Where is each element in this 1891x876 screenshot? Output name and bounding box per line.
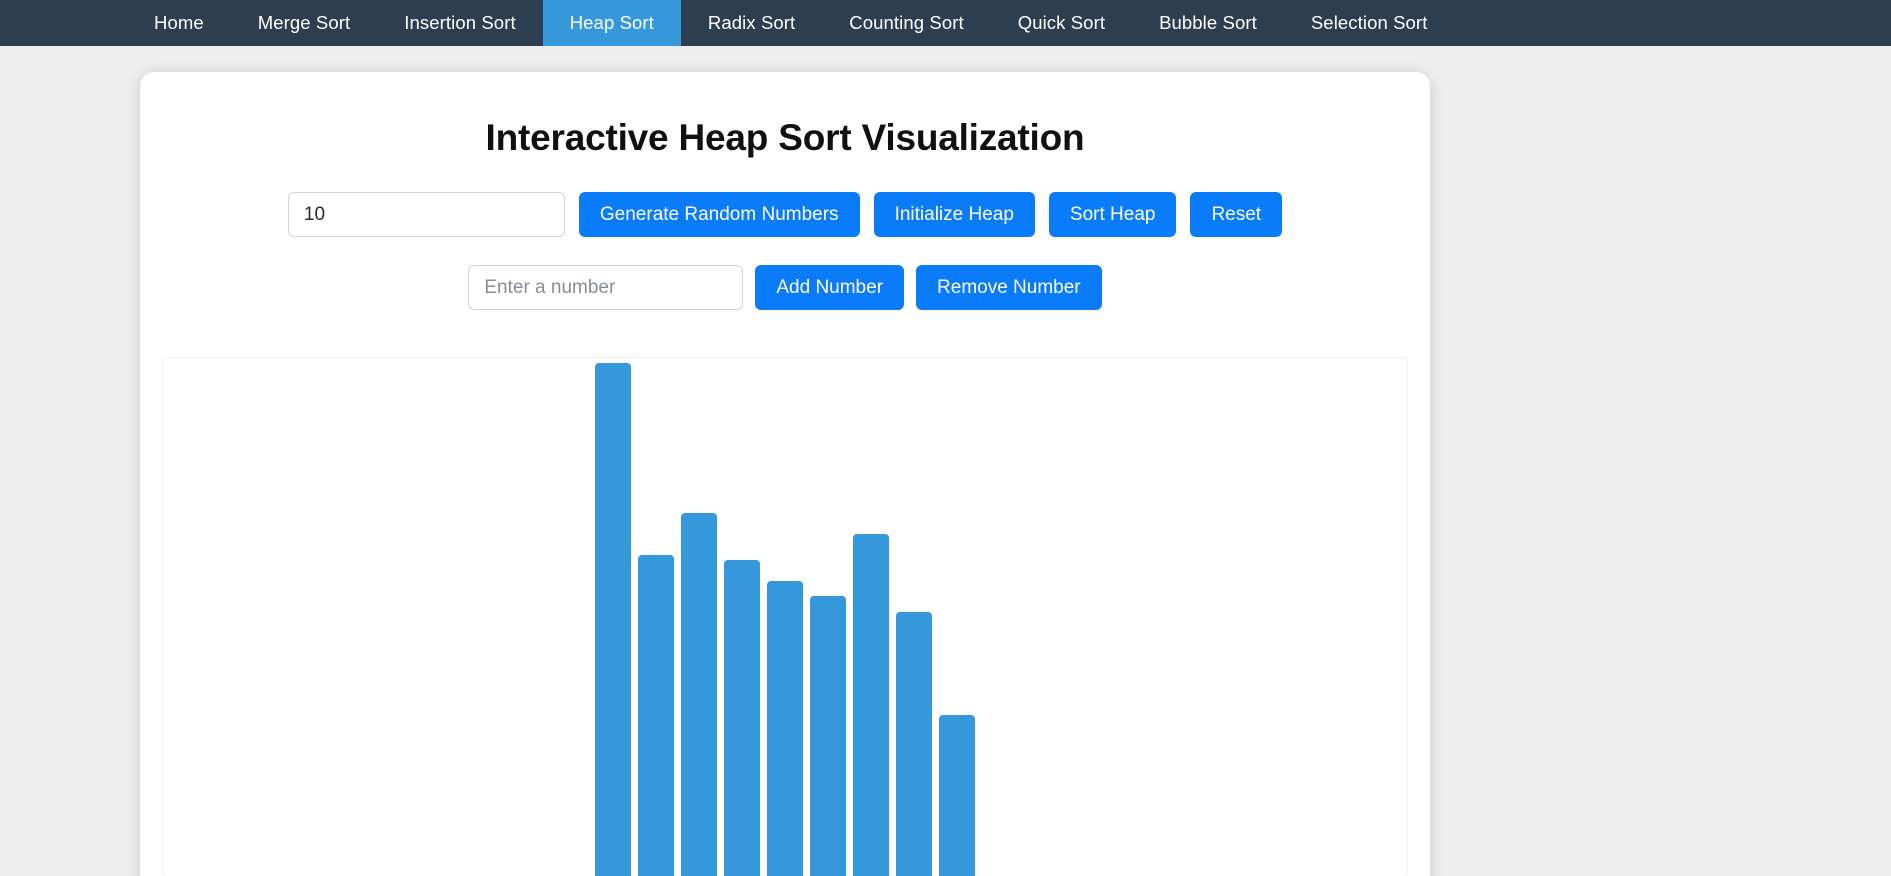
page-background: Interactive Heap Sort Visualization Gene… [0, 46, 1891, 876]
nav-item-insertion-sort[interactable]: Insertion Sort [377, 0, 542, 46]
nav-item-radix-sort[interactable]: Radix Sort [681, 0, 822, 46]
bar [767, 580, 803, 876]
main-navbar: Home Merge Sort Insertion Sort Heap Sort Rad… [0, 0, 1891, 46]
bar [896, 611, 932, 876]
bar-chart [163, 358, 1407, 876]
secondary-controls-row: Add Number Remove Number [140, 265, 1430, 310]
count-input[interactable] [287, 192, 565, 237]
content-card: Interactive Heap Sort Visualization Gene… [140, 72, 1430, 876]
nav-item-quick-sort[interactable]: Quick Sort [991, 0, 1132, 46]
bar [681, 513, 717, 876]
remove-number-button[interactable]: Remove Number [916, 265, 1102, 310]
generate-random-numbers-button[interactable]: Generate Random Numbers [578, 192, 860, 237]
add-number-button[interactable]: Add Number [755, 265, 905, 310]
bar [810, 596, 846, 876]
page-title: Interactive Heap Sort Visualization [485, 117, 1085, 158]
primary-controls-row: Generate Random Numbers Initialize Heap … [140, 192, 1430, 237]
nav-item-heap-sort[interactable]: Heap Sort [542, 0, 681, 46]
bar [638, 554, 674, 876]
sort-heap-button[interactable]: Sort Heap [1048, 192, 1177, 237]
bar [724, 560, 760, 876]
number-input[interactable] [468, 265, 744, 310]
reset-button[interactable]: Reset [1190, 192, 1283, 237]
initialize-heap-button[interactable]: Initialize Heap [873, 192, 1035, 237]
nav-item-counting-sort[interactable]: Counting Sort [822, 0, 990, 46]
nav-item-home[interactable]: Home [127, 0, 231, 46]
bar [939, 715, 975, 876]
nav-item-bubble-sort[interactable]: Bubble Sort [1132, 0, 1284, 46]
bar [853, 534, 889, 876]
nav-item-selection-sort[interactable]: Selection Sort [1284, 0, 1455, 46]
bar [595, 363, 631, 876]
visualization-container [162, 357, 1408, 876]
nav-item-merge-sort[interactable]: Merge Sort [231, 0, 378, 46]
